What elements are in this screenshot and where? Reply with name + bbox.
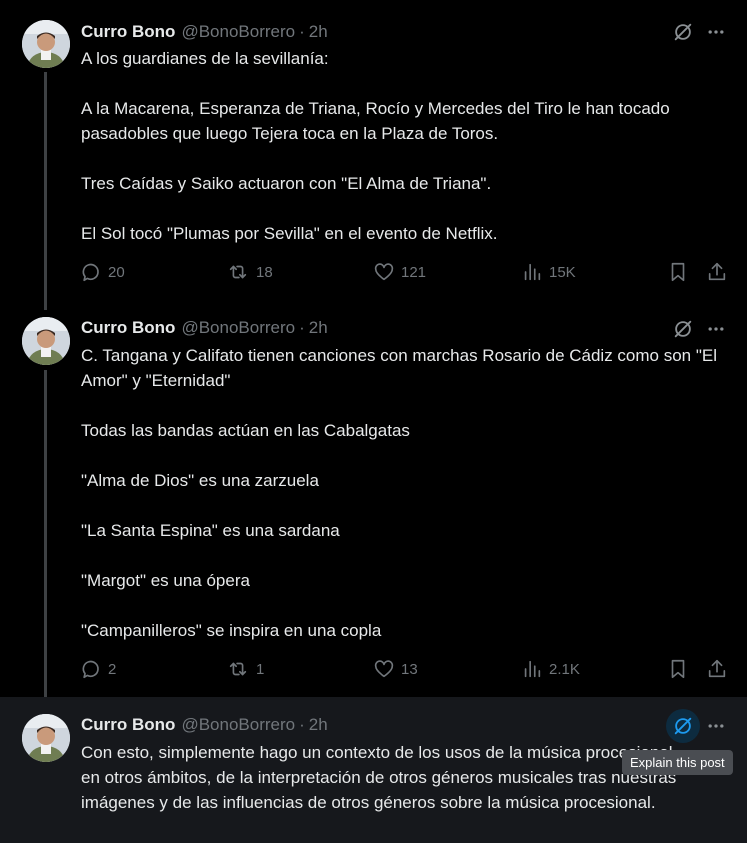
grok-explain-icon bbox=[674, 23, 692, 41]
author-name[interactable]: Curro Bono bbox=[81, 22, 175, 42]
views-count: 2.1K bbox=[549, 660, 580, 678]
post-paragraph bbox=[81, 443, 721, 468]
post-text: A los guardianes de la sevillanía: A la … bbox=[81, 46, 721, 246]
post-text: Con esto, simplemente hago un contexto d… bbox=[81, 740, 691, 815]
grok-explain-icon bbox=[674, 717, 692, 735]
post-paragraph bbox=[81, 71, 721, 96]
author-handle[interactable]: @BonoBorrero bbox=[181, 22, 295, 42]
post-paragraph: "La Santa Espina" es una sardana bbox=[81, 521, 340, 540]
separator-dot: · bbox=[299, 318, 305, 337]
post-paragraph: "Alma de Dios" es una zarzuela bbox=[81, 471, 319, 490]
post[interactable]: Curro Bono @BonoBorrero · 2h C. Tangana … bbox=[0, 298, 747, 697]
post-paragraph: A los guardianes de la sevillanía: bbox=[81, 49, 329, 68]
more-options-icon bbox=[708, 724, 724, 728]
post-header: Curro Bono @BonoBorrero · 2h bbox=[81, 714, 328, 736]
views-count: 15K bbox=[549, 263, 576, 281]
post-paragraph: A la Macarena, Esperanza de Triana, Rocí… bbox=[81, 99, 670, 143]
bookmark-button[interactable] bbox=[667, 261, 689, 283]
share-icon bbox=[708, 659, 726, 678]
more-options-icon bbox=[708, 30, 724, 34]
separator-dot: · bbox=[299, 715, 305, 734]
like-icon bbox=[374, 660, 394, 678]
share-button[interactable] bbox=[706, 261, 728, 283]
post-paragraph: El Sol tocó "Plumas por Sevilla" en el e… bbox=[81, 224, 498, 243]
grok-explain-button[interactable] bbox=[666, 312, 700, 346]
more-options-icon bbox=[708, 327, 724, 331]
reply-icon bbox=[82, 263, 99, 282]
post-paragraph bbox=[81, 393, 721, 418]
post-paragraph bbox=[81, 196, 721, 221]
post-paragraph: Todas las bandas actúan en las Cabalgata… bbox=[81, 421, 410, 440]
bookmark-icon bbox=[671, 659, 685, 679]
reply-count: 2 bbox=[108, 660, 117, 678]
avatar[interactable] bbox=[22, 20, 70, 68]
author-name[interactable]: Curro Bono bbox=[81, 318, 175, 338]
repost-count: 18 bbox=[256, 263, 273, 281]
timestamp[interactable]: 2h bbox=[309, 318, 328, 338]
repost-button[interactable]: 1 bbox=[226, 658, 264, 680]
reply-count: 20 bbox=[108, 263, 125, 281]
reply-button[interactable]: 2 bbox=[80, 658, 116, 680]
repost-icon bbox=[229, 662, 247, 676]
reply-icon bbox=[82, 660, 99, 679]
repost-count: 1 bbox=[256, 660, 265, 678]
post-actions: 2 1 13 2.1K bbox=[70, 658, 730, 684]
more-options-button[interactable] bbox=[701, 711, 731, 741]
post[interactable]: Curro Bono @BonoBorrero · 2h A los guard… bbox=[0, 0, 747, 298]
share-button[interactable] bbox=[706, 658, 728, 680]
like-button[interactable]: 121 bbox=[373, 261, 426, 283]
post-paragraph: Con esto, simplemente hago un contexto d… bbox=[81, 743, 677, 812]
explain-tooltip: Explain this post bbox=[622, 750, 733, 775]
like-count: 121 bbox=[401, 263, 427, 281]
author-name[interactable]: Curro Bono bbox=[81, 715, 175, 735]
repost-button[interactable]: 18 bbox=[226, 261, 273, 283]
post-paragraph bbox=[81, 146, 721, 171]
post-paragraph: Tres Caídas y Saiko actuaron con "El Alm… bbox=[81, 174, 492, 193]
post-paragraph bbox=[81, 543, 721, 568]
timestamp[interactable]: 2h bbox=[309, 22, 328, 42]
views-icon bbox=[524, 263, 541, 281]
reply-button[interactable]: 20 bbox=[80, 261, 125, 283]
post-text: C. Tangana y Califato tienen canciones c… bbox=[81, 343, 721, 643]
separator-dot: · bbox=[299, 22, 305, 41]
avatar[interactable] bbox=[22, 317, 70, 365]
author-handle[interactable]: @BonoBorrero bbox=[181, 318, 295, 338]
views-icon bbox=[524, 660, 541, 678]
post-paragraph: "Margot" es una ópera bbox=[81, 571, 250, 590]
post-header: Curro Bono @BonoBorrero · 2h bbox=[81, 317, 328, 339]
post-actions: 20 18 121 15K bbox=[70, 261, 730, 287]
author-handle[interactable]: @BonoBorrero bbox=[181, 715, 295, 735]
views-button[interactable]: 15K bbox=[521, 261, 576, 283]
views-button[interactable]: 2.1K bbox=[521, 658, 580, 680]
more-options-button[interactable] bbox=[701, 314, 731, 344]
post-paragraph: C. Tangana y Califato tienen canciones c… bbox=[81, 346, 718, 390]
repost-icon bbox=[229, 265, 247, 279]
grok-explain-button[interactable] bbox=[666, 15, 700, 49]
more-options-button[interactable] bbox=[701, 17, 731, 47]
bookmark-icon bbox=[671, 262, 685, 282]
grok-explain-icon bbox=[674, 320, 692, 338]
post-paragraph bbox=[81, 593, 721, 618]
like-button[interactable]: 13 bbox=[373, 658, 418, 680]
avatar[interactable] bbox=[22, 714, 70, 762]
grok-explain-button[interactable] bbox=[666, 709, 700, 743]
like-count: 13 bbox=[401, 660, 418, 678]
post-paragraph: "Campanilleros" se inspira en una copla bbox=[81, 621, 382, 640]
post-paragraph bbox=[81, 493, 721, 518]
timestamp[interactable]: 2h bbox=[309, 715, 328, 735]
post-header: Curro Bono @BonoBorrero · 2h bbox=[81, 21, 328, 43]
bookmark-button[interactable] bbox=[667, 658, 689, 680]
like-icon bbox=[374, 263, 394, 281]
share-icon bbox=[708, 262, 726, 281]
